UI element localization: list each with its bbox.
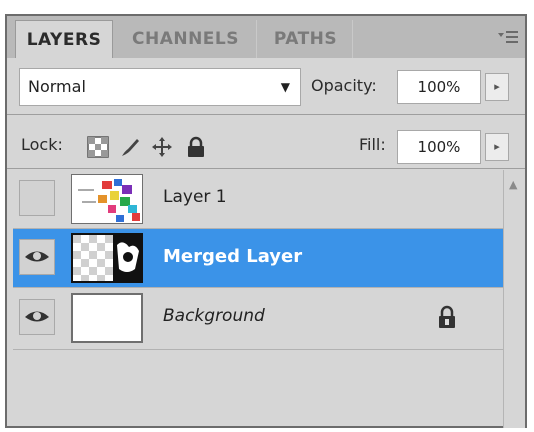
visibility-toggle[interactable] [19, 239, 55, 275]
layer-name[interactable]: Layer 1 [163, 187, 227, 207]
lock-transparent-pixels-icon[interactable] [87, 136, 109, 158]
lock-icon [437, 305, 457, 329]
scroll-up-arrow-icon[interactable]: ▲ [509, 178, 517, 191]
lock-label: Lock: [21, 135, 63, 154]
divider [7, 114, 525, 115]
opacity-input[interactable]: 100% [397, 70, 481, 104]
divider [13, 349, 503, 350]
layer-thumbnail [71, 233, 143, 283]
eye-icon [25, 251, 49, 262]
layer-row-layer-1[interactable]: Layer 1 [13, 170, 503, 228]
visibility-toggle[interactable] [19, 180, 55, 216]
fill-input[interactable]: 100% [397, 130, 481, 164]
panel-menu-icon[interactable] [497, 28, 518, 46]
tab-paths[interactable]: PATHS [259, 20, 353, 58]
eye-icon [25, 311, 49, 322]
layers-panel: LAYERS CHANNELS PATHS Normal ▼ Opacity: … [5, 14, 527, 428]
chevron-down-icon: ▼ [280, 80, 290, 94]
layer-row-background[interactable]: Background [13, 289, 503, 347]
visibility-toggle[interactable] [19, 299, 55, 335]
opacity-slider-button[interactable]: ▸ [485, 73, 509, 101]
tab-bar: LAYERS CHANNELS PATHS [7, 16, 525, 58]
lock-position-icon[interactable] [151, 136, 173, 158]
blend-mode-select[interactable]: Normal ▼ [19, 68, 301, 106]
layer-row-merged-layer[interactable]: Merged Layer [13, 229, 503, 287]
fill-slider-button[interactable]: ▸ [485, 133, 509, 161]
layer-name[interactable]: Merged Layer [163, 246, 302, 267]
lock-image-pixels-icon[interactable] [119, 136, 141, 158]
opacity-label: Opacity: [311, 76, 377, 95]
lock-all-icon[interactable] [185, 136, 207, 158]
layer-thumbnail [71, 293, 143, 343]
divider [7, 168, 525, 169]
tab-channels[interactable]: CHANNELS [115, 20, 257, 58]
divider [13, 287, 503, 288]
tab-layers[interactable]: LAYERS [15, 20, 113, 58]
fill-label: Fill: [359, 135, 386, 154]
layers-scrollbar[interactable]: ▲ [503, 170, 525, 428]
blend-mode-value: Normal [28, 77, 86, 96]
layer-name[interactable]: Background [163, 306, 265, 326]
layer-thumbnail [71, 174, 143, 224]
